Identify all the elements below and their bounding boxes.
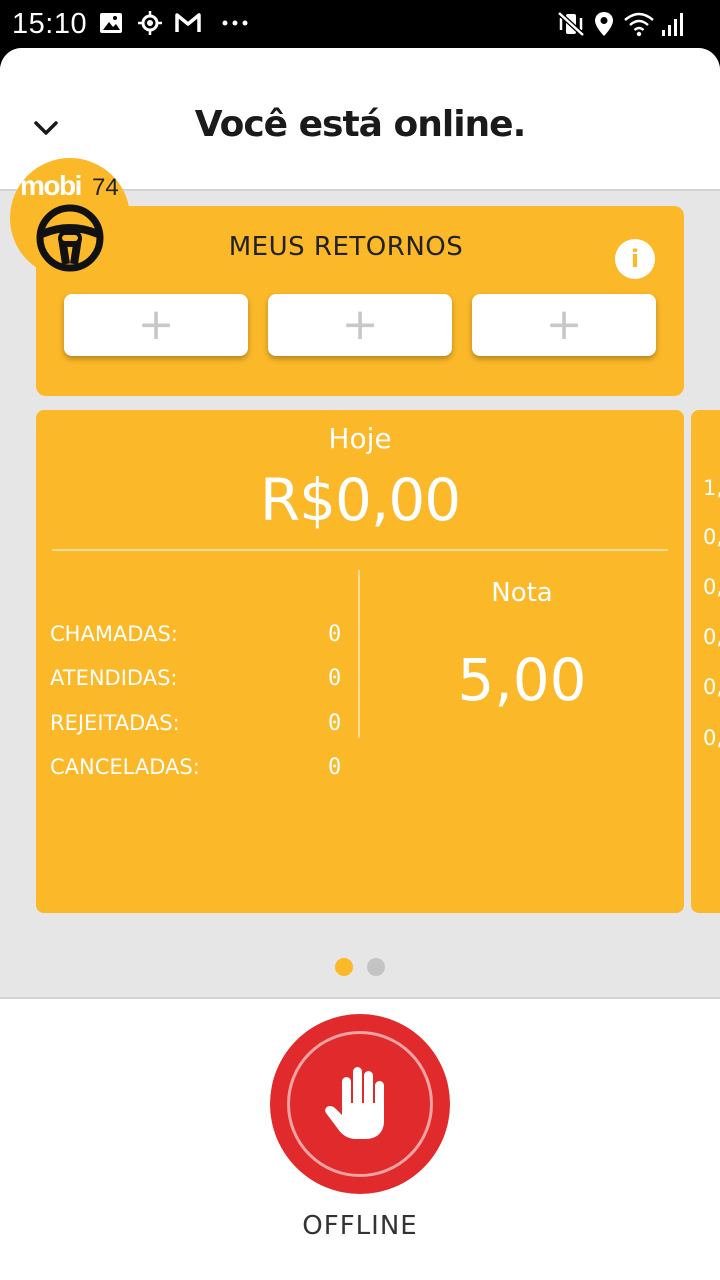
plus-icon: + [545,299,583,350]
plus-icon: + [137,299,175,350]
stat-value-chamadas: 0 [328,622,342,647]
page-dot[interactable] [367,958,385,976]
hand-stop-icon [322,1063,398,1149]
brand-logo: mobi 74 [10,158,130,278]
status-time: 15:10 [12,8,88,40]
returns-card: MEUS RETORNOS i + + + [36,206,684,396]
peek-value: 0, [703,675,720,699]
steering-wheel-icon [36,204,104,276]
location-pin-icon [592,10,616,42]
return-slot-1[interactable]: + [64,294,248,356]
rating-label: Nota [491,578,553,608]
today-amount: R$0,00 [259,466,461,534]
today-label: Hoje [328,422,392,455]
logo-brand-text: mobi [20,170,82,201]
bottom-panel: OFFLINE [0,997,720,1280]
info-icon[interactable]: i [615,239,655,279]
next-card-peek[interactable]: 1, 0, 0, 0, 0, 0, [691,410,720,913]
stat-value-atendidas: 0 [328,666,342,691]
today-summary-card[interactable]: Hoje R$0,00 CHAMADAS: 0 ATENDIDAS: 0 REJ… [36,410,684,913]
stat-label-atendidas: ATENDIDAS: [50,666,178,690]
offline-label: OFFLINE [302,1211,418,1241]
page-dot-active[interactable] [335,958,353,976]
return-slot-3[interactable]: + [472,294,656,356]
logo-number: 74 [92,174,119,201]
stat-label-rejeitadas: REJEITADAS: [50,711,180,735]
offline-button[interactable] [270,1014,450,1194]
divider [52,549,668,551]
more-dots-icon [220,8,250,38]
signal-icon [660,10,688,42]
returns-title: MEUS RETORNOS [228,232,464,262]
stat-value-rejeitadas: 0 [328,711,342,736]
peek-value: 1, [703,476,720,500]
header: Você está online. [0,48,720,191]
divider [358,570,360,738]
mute-vibrate-icon [556,10,586,42]
status-bar: 15:10 [0,0,720,48]
peek-value: 0, [703,575,720,599]
page-title: Você está online. [194,104,527,145]
rating-value: 5,00 [457,646,587,714]
gallery-icon [98,10,124,40]
peek-value: 0, [703,625,720,649]
main-sheet: Você está online. mobi 74 MEUS RETORNOS … [0,48,720,1280]
stat-value-canceladas: 0 [328,755,342,780]
plus-icon: + [341,299,379,350]
gmail-icon [174,10,202,40]
peek-value: 0, [703,525,720,549]
return-slot-2[interactable]: + [268,294,452,356]
stat-label-chamadas: CHAMADAS: [50,622,178,646]
location-target-icon [137,10,163,40]
wifi-icon [622,10,656,42]
peek-value: 0, [703,726,720,750]
stat-label-canceladas: CANCELADAS: [50,755,200,779]
